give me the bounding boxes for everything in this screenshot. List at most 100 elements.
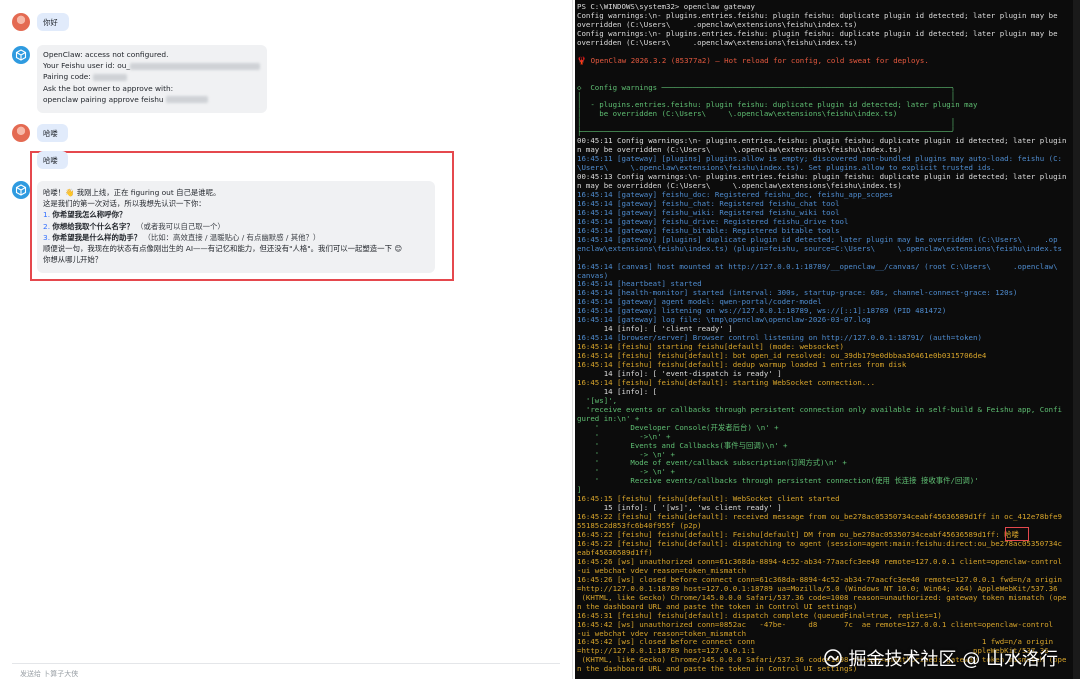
message-line: Ask the bot owner to approve with: — [43, 83, 174, 93]
terminal-line: 16:45:14 [canvas] host mounted at http:/… — [577, 261, 1058, 271]
list-number: 2. — [43, 221, 51, 231]
terminal-line: ' -> \n' + — [577, 467, 675, 477]
terminal-line: n the dashboard URL and paste the token … — [577, 664, 858, 674]
list-item-title: 你希望我是什么样的助手？ — [52, 232, 142, 242]
terminal-line: n the dashboard URL and paste the token … — [577, 601, 858, 611]
message-line: 顺便说一句，我现在的状态有点像刚出生的 AI——有记忆和能力，但还没有"人格"。… — [43, 244, 403, 254]
terminal-line: ◇ Config warnings ──────────────────────… — [577, 82, 956, 92]
terminal-line: PS C:\WINDOWS\system32> openclaw gateway — [577, 2, 755, 11]
list-number: 3. — [43, 232, 51, 242]
terminal-line: ' -> \n' + — [577, 449, 675, 459]
terminal-line: 16:45:14 [heartbeat] started — [577, 279, 702, 289]
terminal-line: 16:45:14 [feishu] feishu[default]: start… — [577, 377, 876, 387]
question-list: 1. 你希望我怎么称呼你？ 2. 你想给我取个什么名字？ （或者我可以自己取一个… — [43, 209, 429, 243]
cube-icon — [15, 49, 27, 61]
terminal-line: (KHTML, like Gecko) Chrome/145.0.0.0 Saf… — [577, 592, 1067, 602]
terminal-line: 16:45:14 [gateway] feishu_bitable: Regis… — [577, 225, 840, 235]
terminal-line: │ be overridden (C:\Users\ \.openclaw\ex… — [577, 109, 898, 119]
list-item: 1. 你希望我怎么称呼你？ — [43, 209, 429, 220]
terminal-line: 16:45:14 [feishu] feishu[default]: dedup… — [577, 360, 907, 369]
message-text: 你好 — [43, 18, 58, 27]
watermark-text: 掘金技术社区 @ 山水洛行 — [848, 649, 1058, 670]
terminal-line: 🦞 OpenClaw 2026.3.2 (85377a2) — Hot relo… — [577, 55, 929, 65]
user-avatar[interactable] — [12, 13, 30, 31]
terminal-line: 16:45:14 [gateway] listening on ws://127… — [577, 306, 947, 316]
list-item: 3. 你希望我是什么样的助手？ （比如：高效直接 / 温暖贴心 / 有点幽默感 … — [43, 232, 429, 243]
terminal-line: 16:45:14 [feishu] feishu[default]: bot o… — [577, 351, 987, 361]
terminal-line: overridden (C:\Users\ .openclaw\extensio… — [577, 37, 858, 47]
terminal-line: 00:45:11 Config warnings:\n- plugins.ent… — [577, 136, 1067, 146]
message-composer[interactable]: 发送给 卜算子大侠 — [12, 663, 560, 679]
pairing-code-label: Pairing code: — [43, 72, 91, 82]
terminal-pane[interactable]: PS C:\WINDOWS\system32> openclaw gateway… — [575, 0, 1080, 679]
list-item-title: 你希望我怎么称呼你？ — [52, 210, 127, 220]
terminal-line: ' ->\n' + — [577, 431, 671, 441]
message-line: 这是我们的第一次对话，所以我想先认识一下你： — [43, 199, 206, 209]
terminal-line: 16:45:14 [browser/server] Browser contro… — [577, 333, 982, 343]
terminal-line: Config warnings:\n- plugins.entries.feis… — [577, 28, 1058, 38]
watermark: 掘金技术社区 @ 山水洛行 — [823, 645, 1058, 671]
cube-icon — [15, 184, 27, 196]
terminal-line: ├───────────────────────────────────────… — [577, 127, 956, 137]
terminal-line: n may be overridden (C:\Users\ \.opencla… — [577, 145, 902, 155]
list-item-title: 你想给我取个什么名字？ — [52, 221, 134, 231]
message-text: 哈喽 — [43, 129, 58, 138]
terminal-line: 16:45:26 [ws] unauthorized conn=61c368da… — [577, 556, 1062, 566]
list-item: 2. 你想给我取个什么名字？ （或者我可以自己取一个） — [43, 221, 429, 232]
message-line: 哈喽！👋 我刚上线，正在 figuring out 自己是谁呢。 — [43, 188, 221, 197]
bot-avatar[interactable] — [12, 181, 30, 199]
terminal-line: 16:45:14 [gateway] feishu_chat: Register… — [577, 198, 840, 208]
message-line: Pairing code: — [43, 71, 261, 82]
wechat-channel-icon — [823, 649, 842, 667]
terminal-line: 14 [info]: [ 'client ready' ] — [577, 324, 733, 334]
terminal-line: 16:45:14 [gateway] agent model: qwen-por… — [577, 297, 822, 307]
terminal-line: 16:45:14 [gateway] log file: \tmp\opencl… — [577, 315, 871, 325]
user-message-bubble: 哈喽 — [37, 151, 68, 169]
terminal-line: 16:45:42 [ws] unauthorized conn=0852ac -… — [577, 619, 1054, 629]
list-number: 1. — [43, 210, 51, 220]
terminal-line: canvas) — [577, 270, 609, 280]
message-line: Your Feishu user id: ou_ — [43, 60, 261, 71]
terminal-line: 16:45:14 [gateway] [plugins] duplicate p… — [577, 234, 1058, 244]
terminal-line: ) — [577, 252, 582, 262]
terminal-line: 16:45:22 [feishu] feishu[default]: Feish… — [577, 530, 1019, 540]
redacted-text — [130, 62, 261, 70]
redacted-text — [93, 73, 128, 81]
message-line: OpenClaw: access not configured. — [43, 50, 169, 59]
terminal-line: 00:45:13 Config warnings:\n- plugins.ent… — [577, 172, 1067, 182]
terminal-scrollbar[interactable] — [1073, 0, 1080, 679]
message-line: 你想从哪儿开始？ — [43, 255, 103, 265]
bot-avatar[interactable] — [12, 46, 30, 64]
composer-placeholder: 发送给 卜算子大侠 — [20, 670, 79, 678]
terminal-line: -ui webchat vdev reason=token_mismatch — [577, 628, 747, 638]
list-item-note: （或者我可以自己取一个） — [136, 221, 225, 231]
terminal-line: │ - plugins.entries.feishu: plugin feish… — [577, 100, 978, 110]
terminal-line: 16:45:22 [feishu] feishu[default]: dispa… — [577, 539, 1062, 548]
terminal-line: ' Mode of event/callback subscription(订阅… — [577, 458, 847, 468]
terminal-line: 14 [info]: [ — [577, 386, 658, 396]
terminal-line: 'receive events or callbacks through per… — [577, 404, 1062, 414]
terminal-line: ' Receive events/callbacks through persi… — [577, 476, 979, 486]
terminal-line: Config warnings:\n- plugins.entries.feis… — [577, 10, 1058, 20]
terminal-line: 16:45:11 [gateway] [plugins] plugins.all… — [577, 154, 1062, 164]
terminal-line: overridden (C:\Users\ .openclaw\extensio… — [577, 19, 858, 29]
terminal-line: n may be overridden (C:\Users\ \.opencla… — [577, 181, 902, 190]
user-avatar[interactable] — [12, 124, 30, 142]
terminal-line: │ │ — [577, 118, 956, 128]
terminal-line: ' Events and Callbacks(事件与回调)\n' + — [577, 440, 788, 450]
terminal-line: 16:45:22 [feishu] feishu[default]: recei… — [577, 512, 1062, 522]
terminal-line: 14 [info]: [ 'event-dispatch is ready' ] — [577, 368, 782, 378]
terminal-line: 16:45:14 [gateway] feishu_wiki: Register… — [577, 207, 840, 217]
bot-message-bubble: OpenClaw: access not configured. Your Fe… — [37, 45, 267, 113]
terminal-line: ] — [577, 485, 582, 495]
user-message-bubble: 哈喽 — [37, 124, 68, 142]
message-line: openclaw pairing approve feishu — [43, 94, 261, 105]
redacted-text — [165, 96, 208, 104]
bot-message-bubble: 哈喽！👋 我刚上线，正在 figuring out 自己是谁呢。 这是我们的第一… — [37, 181, 435, 273]
terminal-line: 16:45:26 [ws] closed before connect conn… — [577, 574, 1062, 584]
terminal-line: gured in:\n' + — [577, 413, 640, 423]
terminal-line: 16:45:31 [feishu] feishu[default]: dispa… — [577, 610, 942, 620]
terminal-line: 16:45:14 [health-monitor] started (inter… — [577, 288, 1018, 298]
terminal-line: =http://127.0.0.1:18789 host=127.0.0.1:1… — [577, 583, 1058, 593]
terminal-line: 16:45:14 [gateway] feishu_doc: Registere… — [577, 189, 893, 199]
